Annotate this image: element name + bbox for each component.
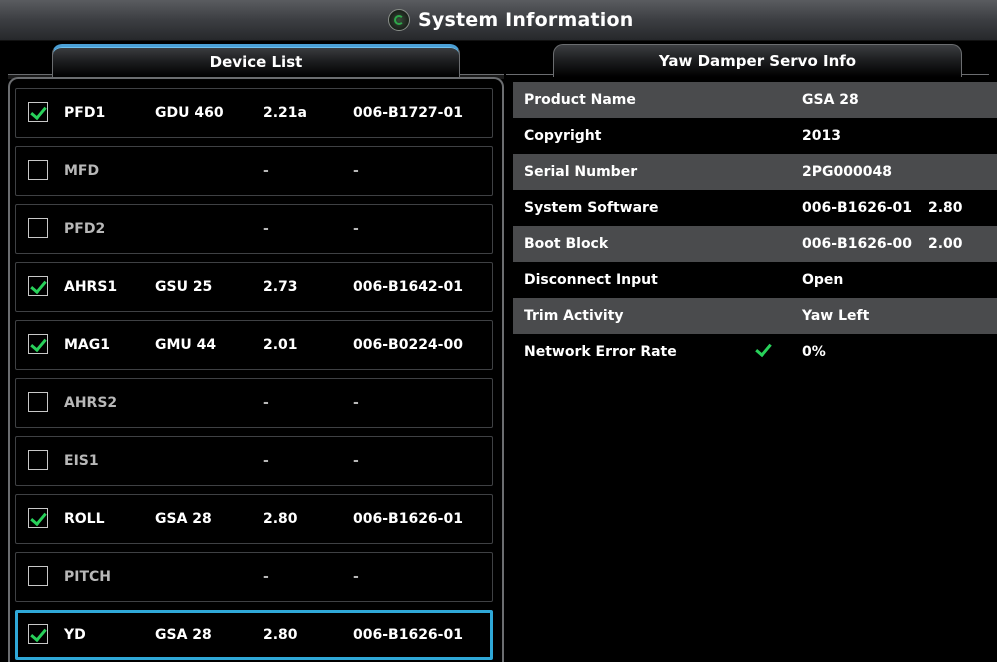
info-label: Trim Activity [524,308,624,324]
info-value: GSA 28 [802,92,859,108]
device-row-pfd1[interactable]: PFD1 GDU 460 2.21a 006-B1727-01 [15,88,493,138]
page-title: System Information [418,9,634,31]
device-checkbox[interactable] [28,624,48,644]
info-label: Boot Block [524,236,609,252]
device-row-ahrs1[interactable]: AHRS1 GSU 25 2.73 006-B1642-01 [15,262,493,312]
info-label: Serial Number [524,164,638,180]
device-checkbox[interactable] [28,508,48,528]
device-checkbox[interactable] [28,276,48,296]
device-part-number: - [353,453,359,469]
device-row-ahrs2[interactable]: AHRS2 - - [15,378,493,428]
device-model: GSA 28 [155,627,212,643]
device-part-number: - [353,221,359,237]
device-name: MFD [64,163,100,179]
device-name: MAG1 [64,337,110,353]
tab-label: Device List [209,53,303,71]
device-part-number: 006-B0224-00 [353,337,463,353]
device-version: 2.80 [263,627,298,643]
device-part-number: - [353,569,359,585]
info-version: 2.80 [928,200,963,216]
device-name: YD [64,627,86,643]
device-name: AHRS2 [64,395,118,411]
check-icon [30,508,47,527]
device-version: - [263,569,269,585]
device-version: 2.01 [263,337,298,353]
tab-bar-edge [506,74,553,79]
title-bar: System Information [0,0,997,41]
device-part-number: 006-B1642-01 [353,279,463,295]
system-information-screen: System Information Device List Yaw Dampe… [0,0,997,662]
info-version: 2.00 [928,236,963,252]
device-version: 2.73 [263,279,298,295]
device-name: PFD2 [64,221,106,237]
device-name: EIS1 [64,453,99,469]
device-name: ROLL [64,511,105,527]
device-checkbox[interactable] [28,450,48,470]
info-row-boot-block: Boot Block 006-B1626-00 2.00 [513,226,997,262]
info-row-copyright: Copyright 2013 [513,118,997,154]
info-row-product-name: Product Name GSA 28 [513,82,997,118]
device-checkbox[interactable] [28,334,48,354]
device-checkbox[interactable] [28,102,48,122]
info-label: Product Name [524,92,636,108]
info-value: 006-B1626-00 [802,236,912,252]
device-row-mag1[interactable]: MAG1 GMU 44 2.01 006-B0224-00 [15,320,493,370]
device-row-eis1[interactable]: EIS1 - - [15,436,493,486]
device-version: 2.80 [263,511,298,527]
info-label: Network Error Rate [524,344,677,360]
system-status-icon [388,9,410,31]
info-row-system-software: System Software 006-B1626-01 2.80 [513,190,997,226]
info-row-disconnect-input: Disconnect Input Open [513,262,997,298]
device-model: GMU 44 [155,337,217,353]
info-row-serial-number: Serial Number 2PG000048 [513,154,997,190]
device-checkbox[interactable] [28,566,48,586]
info-value: 0% [802,344,826,360]
device-row-mfd[interactable]: MFD - - [15,146,493,196]
device-name: PITCH [64,569,112,585]
device-name: AHRS1 [64,279,118,295]
tab-device-list[interactable]: Device List [52,44,460,77]
info-value: 2PG000048 [802,164,892,180]
tab-yaw-damper-servo-info[interactable]: Yaw Damper Servo Info [553,44,962,77]
device-row-yd[interactable]: YD GSA 28 2.80 006-B1626-01 [15,610,493,660]
info-value: 006-B1626-01 [802,200,912,216]
device-version: - [263,453,269,469]
device-row-roll[interactable]: ROLL GSA 28 2.80 006-B1626-01 [15,494,493,544]
info-value: Yaw Left [802,308,870,324]
device-model: GSA 28 [155,511,212,527]
device-name: PFD1 [64,105,106,121]
device-part-number: 006-B1626-01 [353,511,463,527]
device-model: GSU 25 [155,279,213,295]
device-version: 2.21a [263,105,307,121]
device-checkbox[interactable] [28,160,48,180]
check-icon [30,102,47,121]
device-model: GDU 460 [155,105,224,121]
info-label: Disconnect Input [524,272,658,288]
info-label: Copyright [524,128,602,144]
device-checkbox[interactable] [28,218,48,238]
info-label: System Software [524,200,659,216]
check-icon [755,339,772,358]
info-row-network-error-rate: Network Error Rate 0% [513,334,997,370]
device-part-number: - [353,163,359,179]
device-row-pitch[interactable]: PITCH - - [15,552,493,602]
info-value: Open [802,272,844,288]
title-group: System Information [388,6,633,34]
device-row-pfd2[interactable]: PFD2 - - [15,204,493,254]
device-version: - [263,395,269,411]
tab-label: Yaw Damper Servo Info [658,52,857,70]
device-part-number: - [353,395,359,411]
info-value: 2013 [802,128,841,144]
check-icon [30,334,47,353]
device-version: - [263,221,269,237]
check-icon [30,276,47,295]
info-row-trim-activity: Trim Activity Yaw Left [513,298,997,334]
device-part-number: 006-B1727-01 [353,105,463,121]
servo-info-panel: Product Name GSA 28 Copyright 2013 Seria… [513,82,997,662]
device-checkbox[interactable] [28,392,48,412]
device-part-number: 006-B1626-01 [353,627,463,643]
check-icon [30,624,47,643]
device-version: - [263,163,269,179]
tab-bar-edge [962,74,989,79]
